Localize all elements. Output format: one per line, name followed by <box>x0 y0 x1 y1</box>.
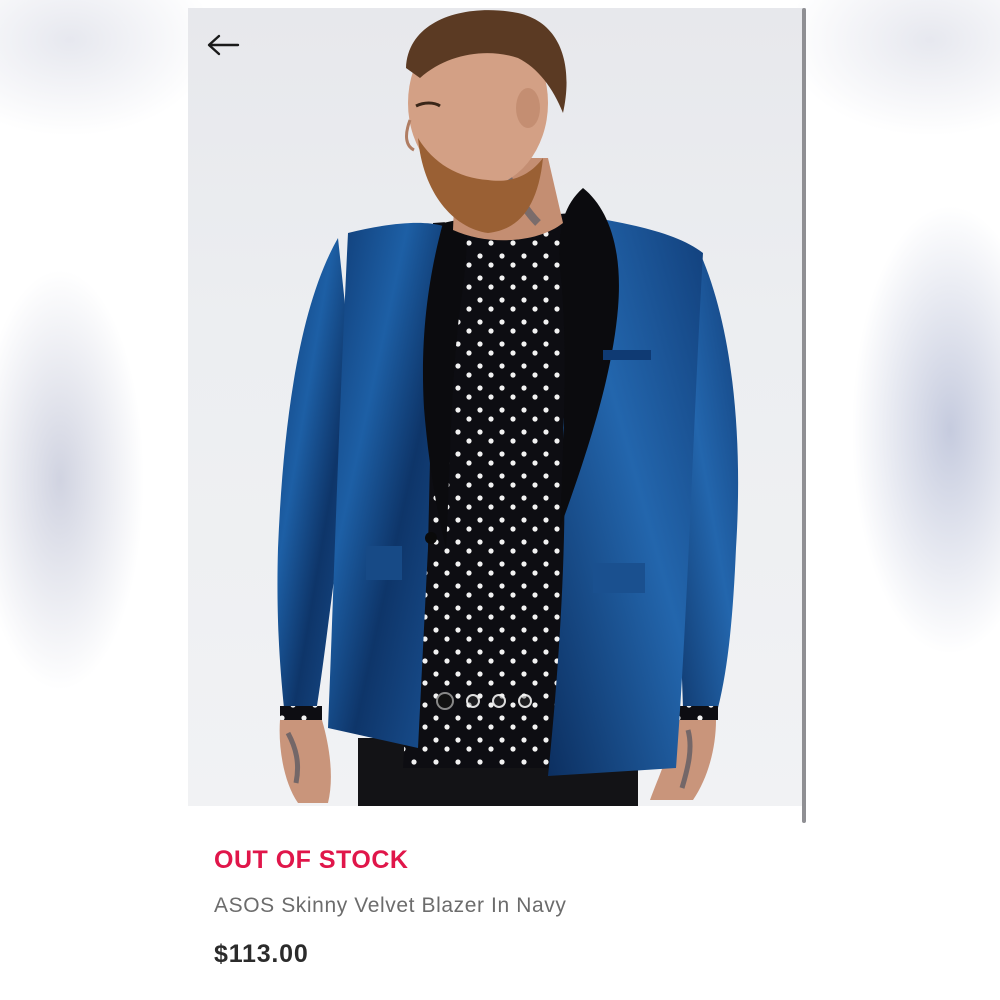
pagination-dot-4[interactable] <box>518 694 532 708</box>
product-info: OUT OF STOCK ASOS Skinny Velvet Blazer I… <box>214 846 794 970</box>
scrollbar[interactable] <box>802 8 806 823</box>
stock-status: OUT OF STOCK <box>214 846 409 874</box>
pagination-dot-1[interactable] <box>436 692 454 710</box>
image-pagination <box>436 692 532 710</box>
product-price: $113.00 <box>214 940 309 968</box>
pagination-dot-3[interactable] <box>492 694 506 708</box>
product-image[interactable] <box>188 8 806 806</box>
product-title: ASOS Skinny Velvet Blazer In Navy <box>214 894 567 917</box>
back-button[interactable] <box>206 34 246 66</box>
model-illustration <box>277 10 739 806</box>
pagination-dot-2[interactable] <box>466 694 480 708</box>
